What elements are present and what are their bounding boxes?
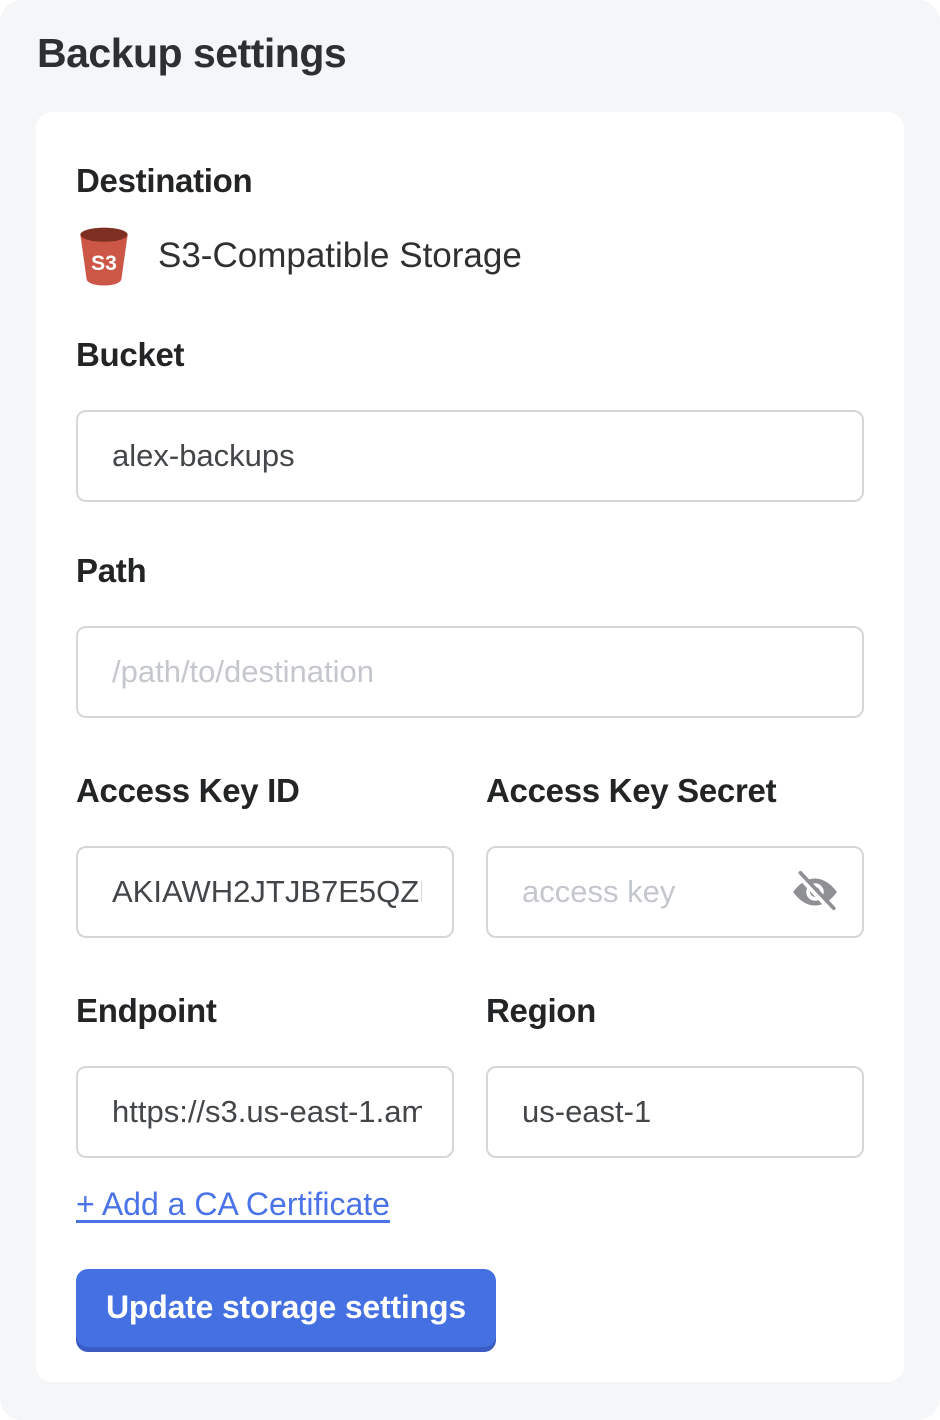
access-key-id-label: Access Key ID [76, 772, 454, 810]
region-field: Region [486, 992, 864, 1158]
s3-icon-text: S3 [91, 252, 117, 275]
add-ca-certificate-link[interactable]: + Add a CA Certificate [76, 1186, 390, 1223]
endpoint-label: Endpoint [76, 992, 454, 1030]
region-input[interactable] [486, 1066, 864, 1158]
endpoint-region-row: Endpoint Region [76, 992, 864, 1158]
backup-settings-panel: Backup settings Destination S3 S3-Compat… [0, 0, 940, 1420]
page-title: Backup settings [37, 30, 346, 77]
destination-value: S3-Compatible Storage [158, 236, 522, 276]
path-label: Path [76, 552, 864, 590]
update-storage-settings-button[interactable]: Update storage settings [76, 1269, 496, 1347]
access-key-id-field: Access Key ID [76, 772, 454, 938]
bucket-label: Bucket [76, 336, 864, 374]
eye-off-icon[interactable] [790, 867, 840, 917]
endpoint-field: Endpoint [76, 992, 454, 1158]
destination-label: Destination [76, 162, 864, 200]
backup-settings-card: Destination S3 S3-Compatible Storage Buc… [36, 112, 904, 1382]
access-key-secret-field: Access Key Secret [486, 772, 864, 938]
destination-row: S3 S3-Compatible Storage [76, 226, 864, 286]
access-key-secret-wrap [486, 846, 864, 938]
access-key-id-input[interactable] [76, 846, 454, 938]
s3-bucket-icon: S3 [76, 226, 132, 286]
bucket-input[interactable] [76, 410, 864, 502]
path-input[interactable] [76, 626, 864, 718]
endpoint-input[interactable] [76, 1066, 454, 1158]
region-label: Region [486, 992, 864, 1030]
access-key-secret-label: Access Key Secret [486, 772, 864, 810]
access-keys-row: Access Key ID Access Key Secret [76, 772, 864, 938]
